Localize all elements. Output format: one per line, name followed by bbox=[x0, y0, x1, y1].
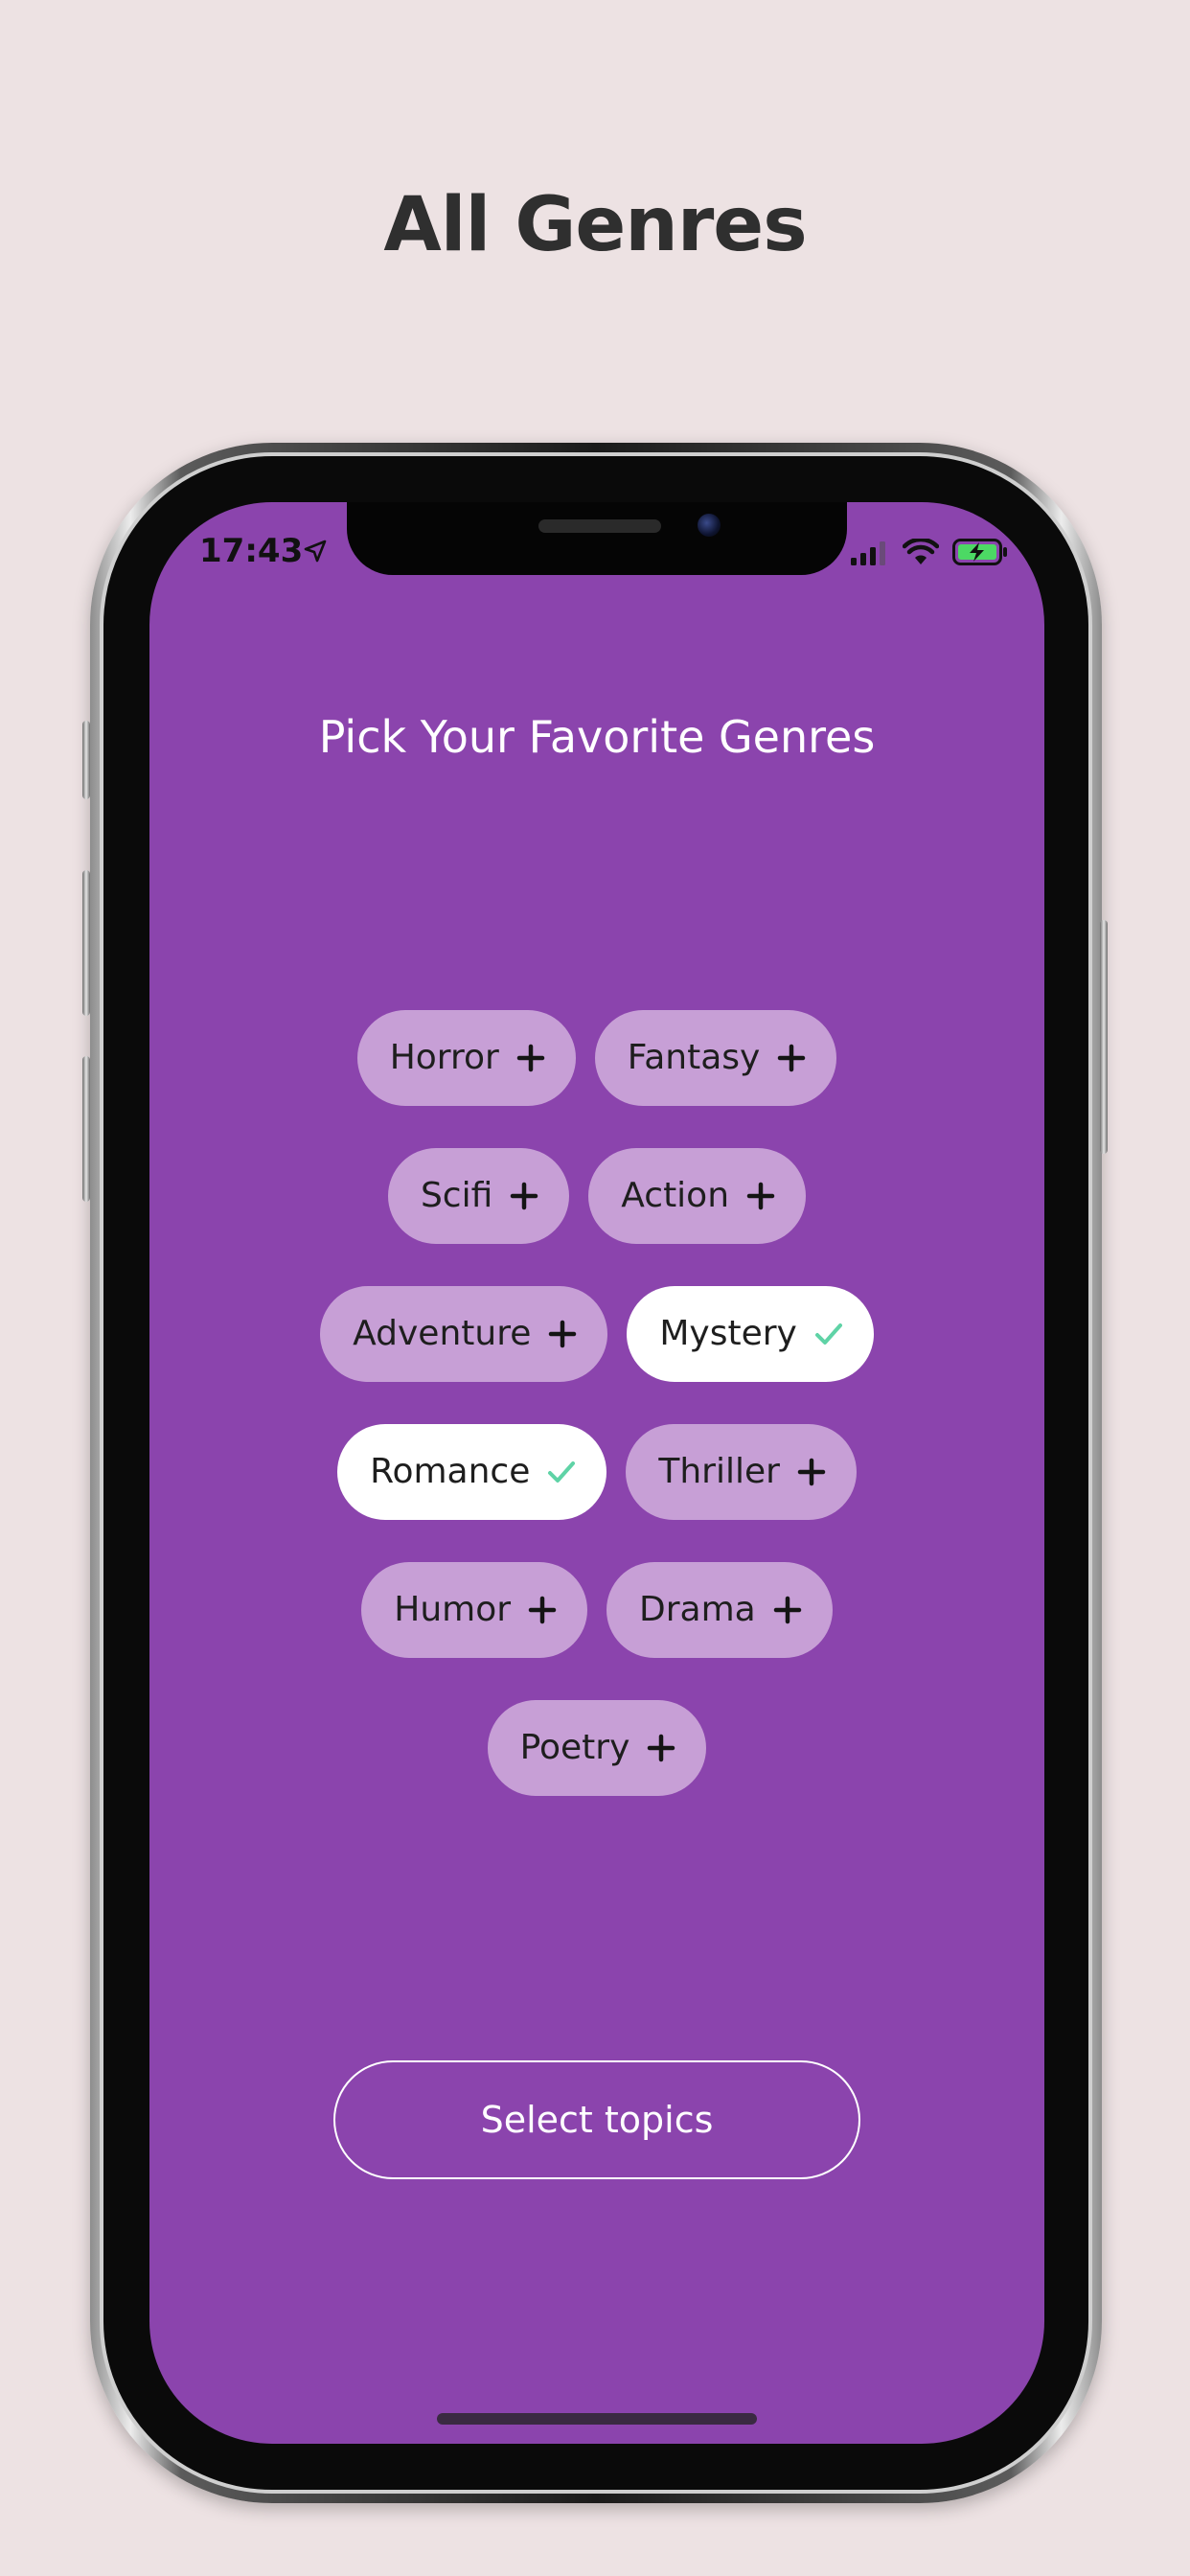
notch bbox=[347, 502, 847, 575]
genre-chip-label: Adventure bbox=[353, 1314, 532, 1353]
volume-up-button bbox=[82, 870, 90, 1016]
genre-chip-label: Humor bbox=[394, 1590, 512, 1629]
screen-title: Pick Your Favorite Genres bbox=[318, 711, 876, 763]
genre-chip-romance[interactable]: Romance bbox=[337, 1424, 607, 1520]
genre-chip-label: Horror bbox=[389, 1038, 499, 1077]
plus-icon bbox=[648, 1734, 675, 1762]
checkmark-icon bbox=[548, 1461, 576, 1483]
select-topics-button[interactable]: Select topics bbox=[333, 2060, 860, 2179]
plus-icon bbox=[746, 1182, 775, 1210]
home-indicator bbox=[437, 2413, 757, 2425]
chip-row: Romance Thriller bbox=[149, 1424, 1044, 1520]
power-button bbox=[1100, 920, 1108, 1154]
plus-icon bbox=[511, 1182, 538, 1210]
plus-icon bbox=[773, 1596, 801, 1624]
genre-chip-drama[interactable]: Drama bbox=[606, 1562, 833, 1658]
genre-chip-label: Thriller bbox=[658, 1452, 780, 1491]
genre-chip-label: Poetry bbox=[519, 1728, 630, 1767]
genre-chip-scifi[interactable]: Scifi bbox=[387, 1148, 570, 1244]
battery-charging-icon bbox=[952, 539, 1007, 565]
genre-chip-action[interactable]: Action bbox=[588, 1148, 807, 1244]
genre-chip-fantasy[interactable]: Fantasy bbox=[594, 1010, 837, 1106]
chip-row: Adventure Mystery bbox=[149, 1286, 1044, 1382]
genre-chip-label: Romance bbox=[370, 1452, 531, 1491]
genre-chip-label: Mystery bbox=[659, 1314, 797, 1353]
status-icons bbox=[851, 537, 1008, 565]
genre-chip-label: Scifi bbox=[420, 1176, 493, 1215]
chip-row: Scifi Action bbox=[149, 1148, 1044, 1244]
chip-row: Humor Drama bbox=[149, 1562, 1044, 1658]
status-time: 17:43 bbox=[199, 532, 304, 570]
front-camera bbox=[698, 514, 721, 537]
genre-chip-label: Drama bbox=[639, 1590, 756, 1629]
genre-chip-label: Action bbox=[621, 1176, 730, 1215]
genre-chip-poetry[interactable]: Poetry bbox=[487, 1700, 707, 1796]
genre-chip-horror[interactable]: Horror bbox=[356, 1010, 576, 1106]
plus-icon bbox=[516, 1044, 545, 1072]
volume-down-button bbox=[82, 1056, 90, 1202]
mute-switch bbox=[82, 721, 90, 799]
chip-row: Horror Fantasy bbox=[149, 1010, 1044, 1106]
plus-icon bbox=[528, 1596, 557, 1624]
wifi-icon bbox=[903, 539, 939, 564]
genre-chip-label: Fantasy bbox=[627, 1038, 761, 1077]
earpiece-speaker bbox=[538, 519, 661, 533]
plus-icon bbox=[549, 1320, 577, 1348]
checkmark-icon bbox=[814, 1323, 842, 1345]
genre-chip-humor[interactable]: Humor bbox=[361, 1562, 588, 1658]
page-heading: All Genres bbox=[383, 182, 807, 268]
genre-chip-thriller[interactable]: Thriller bbox=[626, 1424, 857, 1520]
genre-chip-list: Horror Fantasy Scifi Action Adventure Mystery… bbox=[149, 1010, 1044, 1838]
cellular-signal-icon bbox=[851, 541, 885, 565]
plus-icon bbox=[797, 1458, 826, 1486]
plus-icon bbox=[778, 1044, 806, 1072]
app-screen: 17:43 Pick Your Favorite Genres Horror Fa… bbox=[149, 502, 1044, 2444]
genre-chip-adventure[interactable]: Adventure bbox=[320, 1286, 608, 1382]
genre-chip-mystery[interactable]: Mystery bbox=[627, 1286, 874, 1382]
location-arrow-icon bbox=[304, 540, 327, 563]
chip-row: Poetry bbox=[149, 1700, 1044, 1796]
